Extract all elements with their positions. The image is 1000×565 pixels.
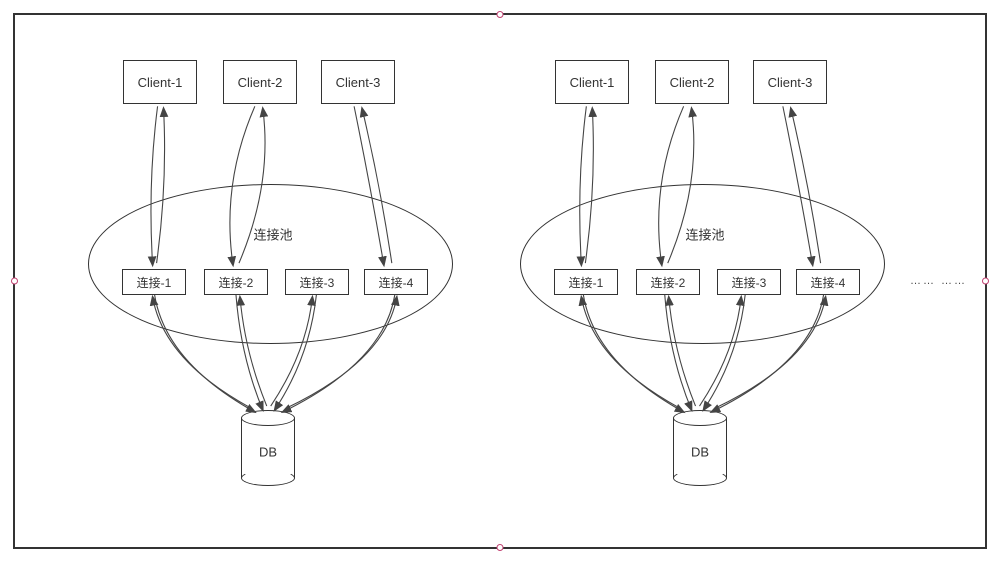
outer-frame: 连接池 连接池 Client-1 Client-2 Client-3 连接-1 … <box>13 13 987 549</box>
db-cylinder-left: DB <box>241 410 295 486</box>
pool-ellipse-right <box>520 184 885 344</box>
client-label: Client-3 <box>768 75 813 90</box>
client-box: Client-1 <box>123 60 197 104</box>
client-label: Client-1 <box>138 75 183 90</box>
client-label: Client-3 <box>336 75 381 90</box>
connection-label: 连接-1 <box>569 274 604 291</box>
client-box: Client-2 <box>655 60 729 104</box>
db-cylinder-right: DB <box>673 410 727 486</box>
connection-box: 连接-3 <box>717 269 781 295</box>
db-label: DB <box>691 445 709 460</box>
frame-handle-bottom <box>497 544 504 551</box>
client-label: Client-2 <box>670 75 715 90</box>
connection-label: 连接-4 <box>379 274 414 291</box>
connection-label: 连接-1 <box>137 274 172 291</box>
connection-label: 连接-3 <box>732 274 767 291</box>
connection-label: 连接-4 <box>811 274 846 291</box>
frame-handle-left <box>11 278 18 285</box>
frame-handle-top <box>497 11 504 18</box>
connection-box: 连接-2 <box>204 269 268 295</box>
ellipsis-text: …… …… <box>910 275 967 287</box>
connection-label: 连接-2 <box>219 274 254 291</box>
pool-label-right: 连接池 <box>685 225 724 244</box>
client-box: Client-3 <box>753 60 827 104</box>
client-box: Client-1 <box>555 60 629 104</box>
connection-box: 连接-2 <box>636 269 700 295</box>
client-label: Client-1 <box>570 75 615 90</box>
connection-box: 连接-1 <box>554 269 618 295</box>
client-box: Client-2 <box>223 60 297 104</box>
connection-box: 连接-1 <box>122 269 186 295</box>
diagram-canvas: 连接池 连接池 Client-1 Client-2 Client-3 连接-1 … <box>0 0 1000 565</box>
pool-ellipse-left <box>88 184 453 344</box>
connection-label: 连接-3 <box>300 274 335 291</box>
connection-box: 连接-3 <box>285 269 349 295</box>
pool-label-left: 连接池 <box>253 225 292 244</box>
connection-box: 连接-4 <box>364 269 428 295</box>
client-label: Client-2 <box>238 75 283 90</box>
connection-box: 连接-4 <box>796 269 860 295</box>
frame-handle-right <box>982 278 989 285</box>
db-label: DB <box>259 445 277 460</box>
connection-label: 连接-2 <box>651 274 686 291</box>
client-box: Client-3 <box>321 60 395 104</box>
